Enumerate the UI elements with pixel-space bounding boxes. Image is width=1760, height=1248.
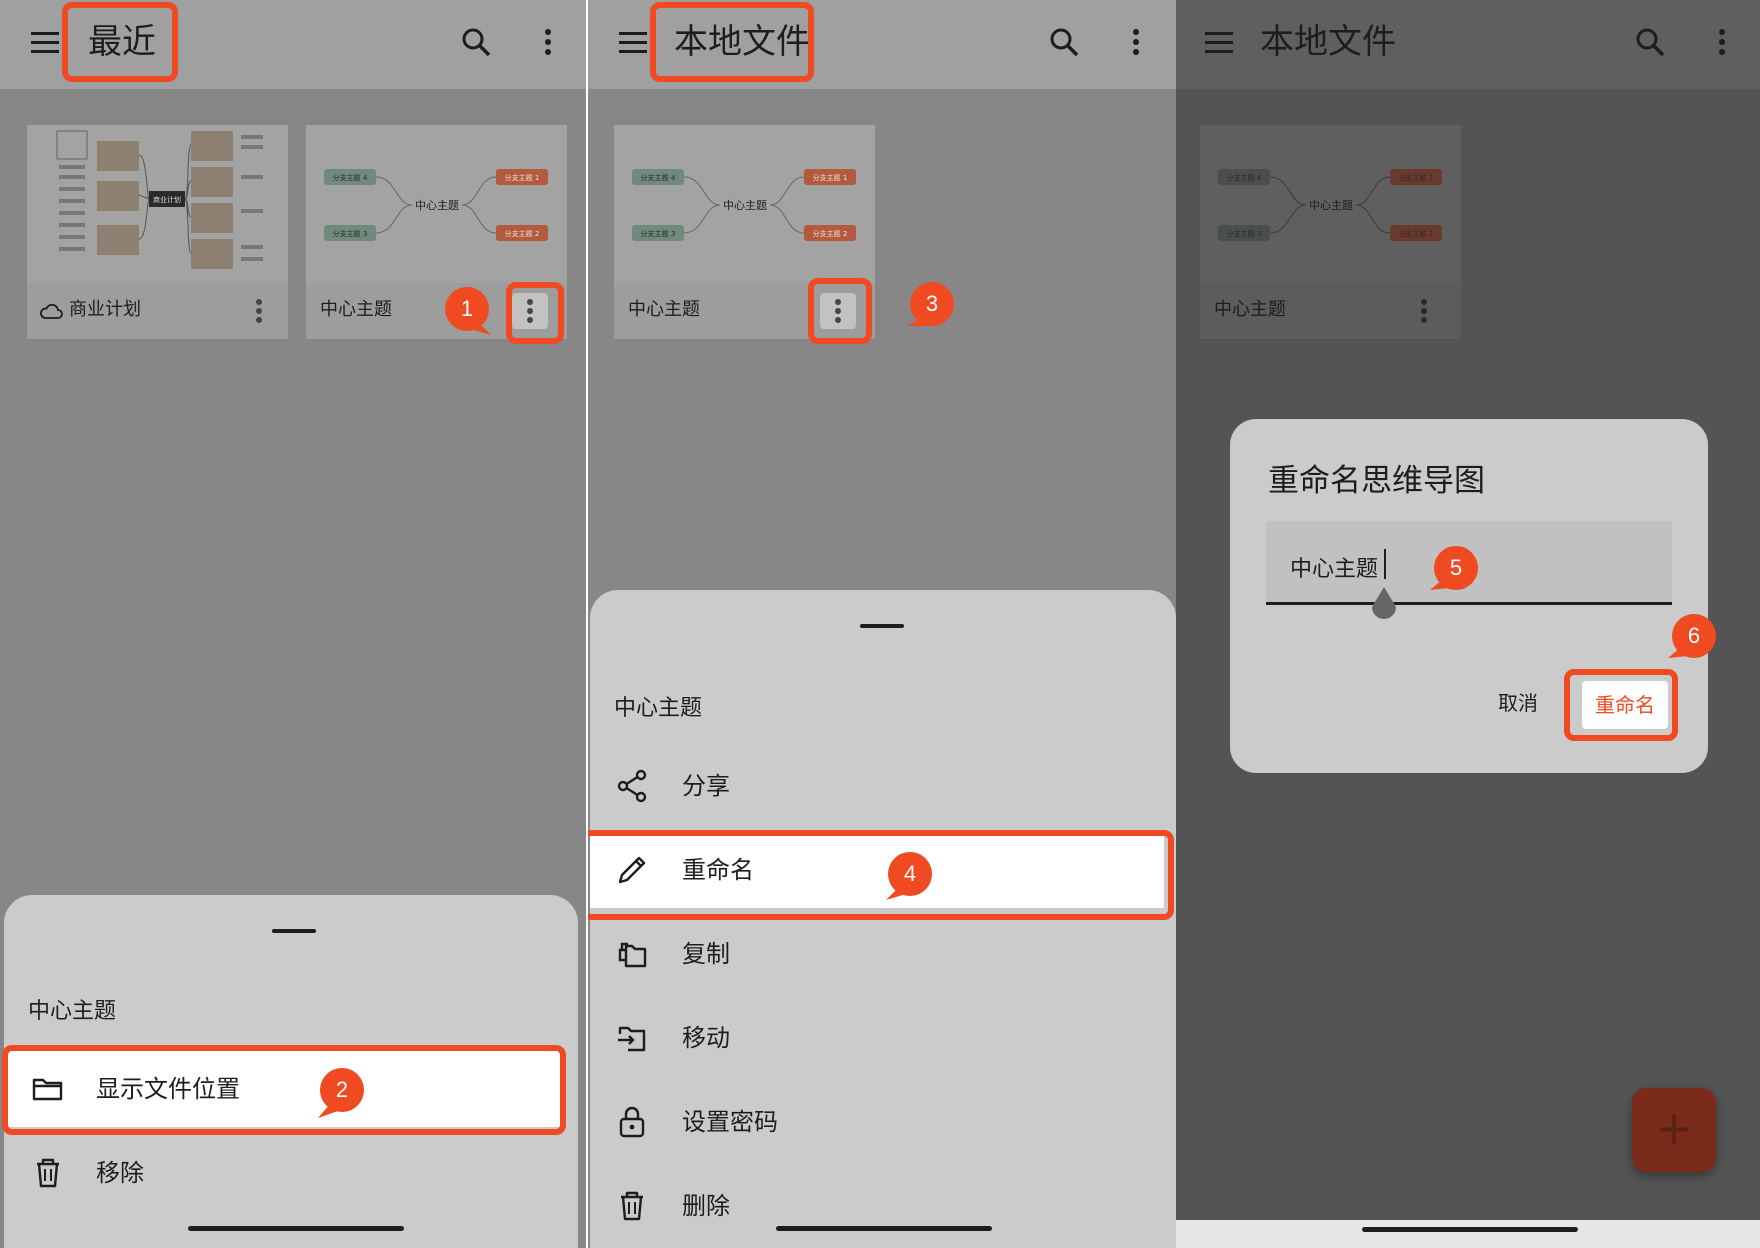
more-vert-icon[interactable] [530, 24, 566, 60]
branch-label: 分支主题 2 [505, 229, 540, 238]
menu-item-remove[interactable]: 移除 [8, 1135, 562, 1211]
step-badge-2: 2 [318, 1068, 364, 1118]
bottom-strip [1176, 1220, 1760, 1248]
share-icon [614, 768, 650, 804]
menu-item-label: 移除 [96, 1159, 144, 1187]
step-badge-3: 3 [908, 282, 954, 326]
branch-label: 分支主题 3 [641, 229, 676, 238]
step-badge-5: 5 [1430, 546, 1478, 590]
name-input-value: 中心主题 [1290, 557, 1379, 582]
sheet-grip[interactable] [272, 929, 316, 933]
branch-label: 分支主题 4 [641, 173, 676, 182]
menu-icon[interactable] [28, 24, 64, 60]
menu-item-share[interactable]: 分享 [590, 748, 1176, 824]
cloud-icon [39, 301, 63, 321]
highlight-more-button [808, 278, 872, 344]
menu-item-label: 移动 [682, 1024, 730, 1052]
highlight-rename-button [1564, 669, 1678, 741]
page-title: 本地文件 [1260, 22, 1396, 62]
highlight-more-button [506, 282, 564, 344]
step-badge-6: 6 [1668, 614, 1716, 658]
file-name: 商业计划 [69, 299, 141, 320]
file-name: 中心主题 [628, 299, 700, 320]
more-vert-icon[interactable] [1118, 24, 1154, 60]
dialog-title: 重命名思维导图 [1268, 463, 1485, 499]
panel-local-files: 本地文件 分支主题 4 分支主题 3 分支主题 1 分支主题 2 中心主题 中心… [588, 0, 1176, 1248]
menu-item-label: 复制 [682, 940, 730, 968]
menu-item-label: 设置密码 [682, 1108, 778, 1136]
panel-rename-dialog: 本地文件 分支主题 4 分支主题 3 分支主题 1 分支主题 2 中心主题 中心… [1176, 0, 1760, 1248]
menu-item-move[interactable]: 移动 [590, 1000, 1176, 1076]
branch-label: 分支主题 2 [1399, 229, 1434, 238]
trash-icon [614, 1188, 650, 1224]
more-vert-icon[interactable] [1406, 293, 1442, 329]
branch-label: 分支主题 4 [1227, 173, 1262, 182]
copy-icon [614, 936, 650, 972]
cursor-handle[interactable] [1368, 585, 1400, 625]
file-card-business-plan[interactable]: 商业计划 商业计划 [27, 125, 288, 339]
highlight-show-location [2, 1045, 566, 1135]
highlight-title [62, 2, 178, 82]
highlight-title [650, 2, 814, 82]
home-indicator[interactable] [188, 1226, 404, 1231]
cancel-button[interactable]: 取消 [1484, 683, 1552, 723]
step-badge-1: 1 [445, 287, 491, 335]
trash-icon [30, 1155, 66, 1191]
home-indicator[interactable] [776, 1226, 992, 1231]
menu-item-label: 删除 [682, 1192, 730, 1220]
move-icon [614, 1020, 650, 1056]
mindmap-thumbnail: 分支主题 4 分支主题 3 分支主题 1 分支主题 2 中心主题 [614, 125, 875, 283]
text-cursor [1384, 549, 1386, 579]
branch-label: 分支主题 3 [333, 229, 368, 238]
lock-icon [614, 1104, 650, 1140]
home-indicator[interactable] [1362, 1227, 1578, 1232]
branch-label: 分支主题 2 [813, 229, 848, 238]
center-topic-label: 中心主题 [415, 199, 459, 212]
thumb-center-label: 商业计划 [153, 195, 181, 204]
search-icon[interactable] [458, 24, 494, 60]
menu-item-set-password[interactable]: 设置密码 [590, 1084, 1176, 1160]
mindmap-thumbnail: 分支主题 4 分支主题 3 分支主题 1 分支主题 2 中心主题 [1200, 125, 1461, 283]
branch-label: 分支主题 1 [813, 173, 848, 182]
plus-icon: + [1654, 1101, 1694, 1155]
branch-label: 分支主题 1 [1399, 173, 1434, 182]
step-badge-4: 4 [886, 852, 932, 900]
center-topic-label: 中心主题 [723, 199, 767, 212]
search-icon[interactable] [1046, 24, 1082, 60]
add-fab[interactable]: + [1632, 1088, 1716, 1172]
sheet-title: 中心主题 [614, 696, 703, 721]
sheet-title: 中心主题 [28, 999, 117, 1024]
panel-recent: 最近 商业计划 商业计划 分支主题 4 分支主题 3 分支主题 1 分支主题 2… [0, 0, 586, 1248]
branch-label: 分支主题 1 [505, 173, 540, 182]
more-vert-icon[interactable] [1704, 24, 1740, 60]
file-name: 中心主题 [1214, 299, 1286, 320]
menu-item-copy[interactable]: 复制 [590, 916, 1176, 992]
file-name: 中心主题 [320, 299, 392, 320]
sheet-grip[interactable] [860, 624, 904, 628]
top-app-bar: 本地文件 [1176, 0, 1760, 89]
file-card-central-topic[interactable]: 分支主题 4 分支主题 3 分支主题 1 分支主题 2 中心主题 中心主题 [1200, 125, 1461, 339]
menu-item-delete[interactable]: 删除 [590, 1168, 1176, 1244]
menu-icon[interactable] [616, 24, 652, 60]
branch-label: 分支主题 4 [333, 173, 368, 182]
center-topic-label: 中心主题 [1309, 199, 1353, 212]
branch-label: 分支主题 3 [1227, 229, 1262, 238]
mindmap-thumbnail: 商业计划 [27, 125, 288, 283]
menu-item-label: 分享 [682, 772, 730, 800]
more-vert-icon[interactable] [241, 293, 277, 329]
mindmap-thumbnail: 分支主题 4 分支主题 3 分支主题 1 分支主题 2 中心主题 [306, 125, 567, 283]
search-icon[interactable] [1632, 24, 1668, 60]
menu-icon[interactable] [1202, 24, 1238, 60]
panel-divider [586, 0, 588, 1248]
